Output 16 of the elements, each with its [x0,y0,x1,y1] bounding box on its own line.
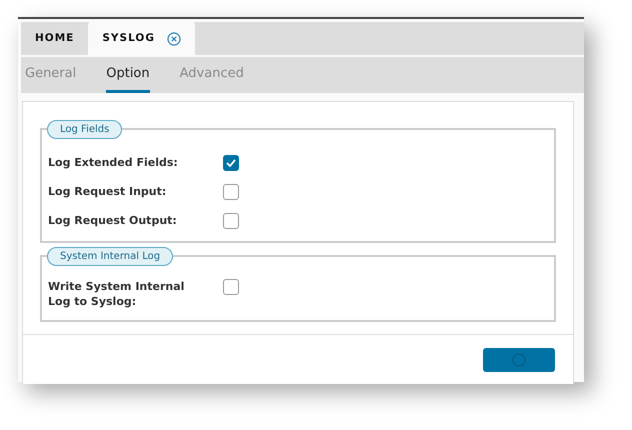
group-legend: Log Fields [47,120,122,139]
field-label: Write System Internal Log to Syslog: [48,279,186,310]
submit-button[interactable] [483,348,555,372]
checkbox[interactable] [223,184,239,200]
field-label: Log Extended Fields: [48,154,179,170]
close-icon[interactable] [166,32,181,46]
sub-tab[interactable]: Option [106,57,150,93]
tab[interactable]: SYSLOG [88,22,195,55]
checkbox[interactable] [223,212,239,228]
checkbox[interactable] [223,279,239,295]
field-label: Log Request Output: [48,212,178,228]
checkbox[interactable] [223,154,239,170]
field-label: Log Request Input: [48,184,168,200]
check-icon [226,158,236,166]
group-legend: System Internal Log [47,247,174,266]
tab[interactable]: HOME [21,22,88,55]
